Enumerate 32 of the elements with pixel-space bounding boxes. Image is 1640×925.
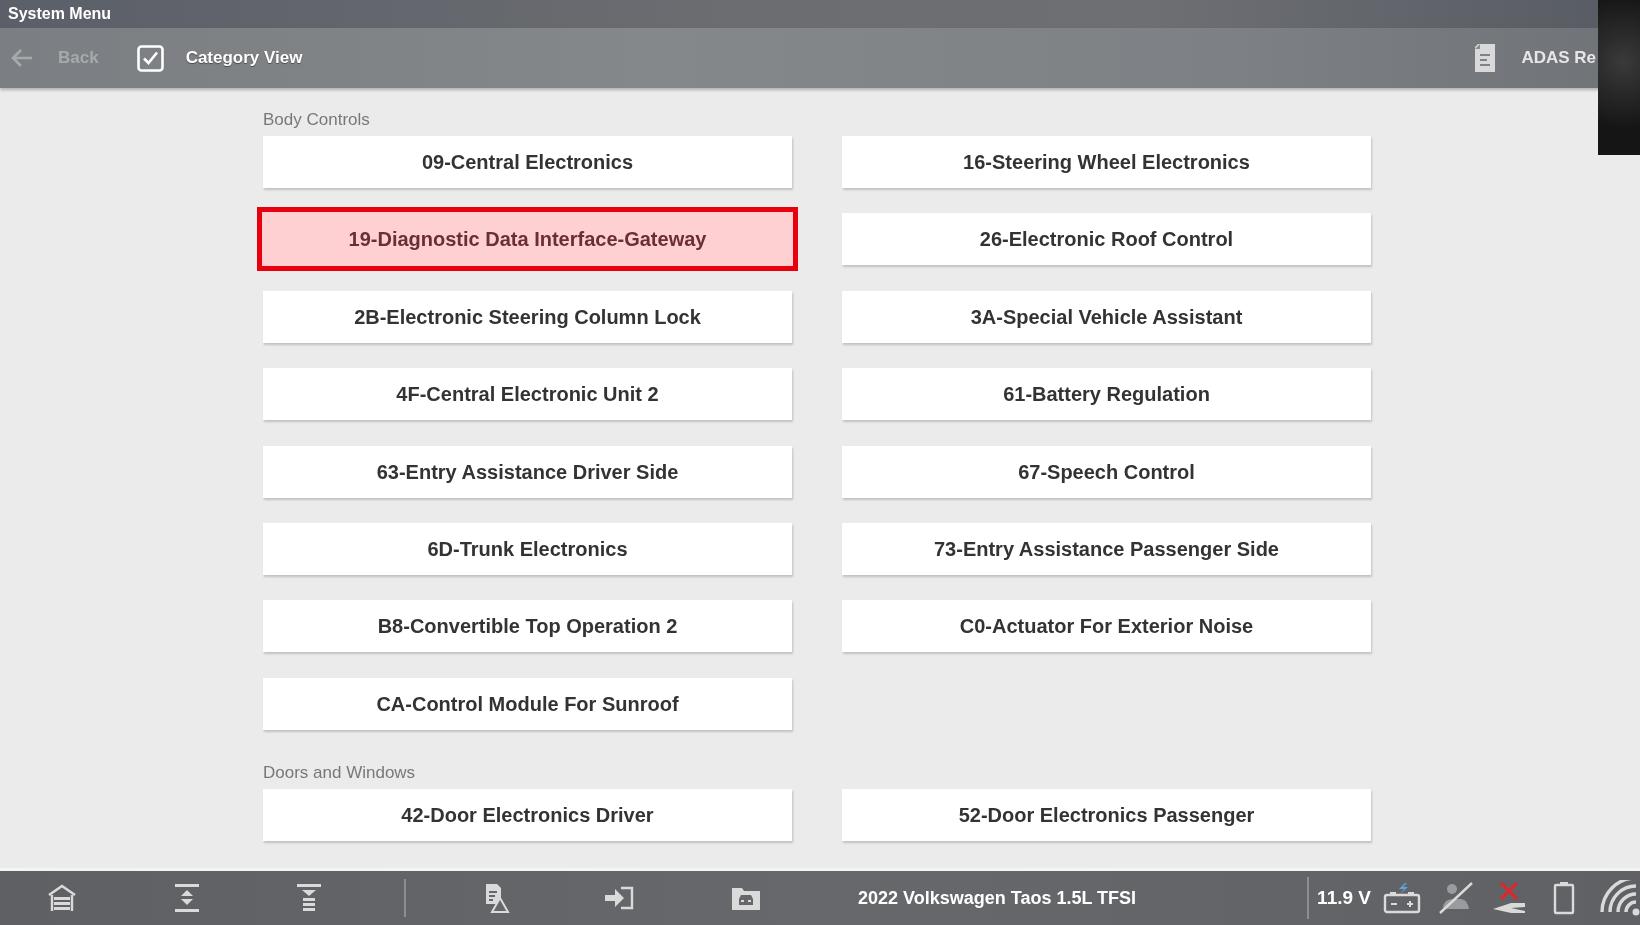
module-button[interactable]: 26-Electronic Roof Control: [842, 213, 1371, 266]
voltage-reading: 11.9 V: [1317, 885, 1371, 910]
garage-icon[interactable]: [46, 882, 78, 914]
vehicle-name: 2022 Volkswagen Taos 1.5L TFSI: [858, 886, 1137, 910]
module-button[interactable]: 61-Battery Regulation: [842, 368, 1371, 421]
car-battery-icon: [1383, 882, 1421, 914]
module-button[interactable]: 52-Door Electronics Passenger: [842, 788, 1371, 841]
wifi-icon: [1600, 880, 1640, 916]
module-button[interactable]: 2B-Electronic Steering Column Lock: [263, 290, 792, 343]
module-button[interactable]: 3A-Special Vehicle Assistant: [842, 290, 1371, 343]
arrow-left-icon: [10, 47, 34, 69]
module-button[interactable]: B8-Convertible Top Operation 2: [263, 600, 792, 653]
module-button[interactable]: 73-Entry Assistance Passenger Side: [842, 522, 1371, 575]
module-button[interactable]: 19-Diagnostic Data Interface-Gateway: [257, 207, 798, 272]
module-button[interactable]: CA-Control Module For Sunroof: [263, 677, 792, 730]
module-button[interactable]: 4F-Central Electronic Unit 2: [263, 368, 792, 421]
adas-report-button[interactable]: ADAS Re: [1473, 43, 1596, 73]
module-button[interactable]: 63-Entry Assistance Driver Side: [263, 445, 792, 498]
module-button[interactable]: 09-Central Electronics: [263, 136, 792, 188]
module-button[interactable]: C0-Actuator For Exterior Noise: [842, 600, 1371, 653]
document-icon: [1473, 43, 1498, 73]
person-slash-icon: [1437, 881, 1475, 915]
window-title: System Menu: [8, 4, 112, 24]
section-heading: Doors and Windows: [263, 762, 416, 783]
module-button[interactable]: 67-Speech Control: [842, 445, 1371, 498]
category-view-toggle[interactable]: Category View: [136, 44, 303, 72]
checkbox-icon[interactable]: [136, 44, 164, 72]
module-button[interactable]: 16-Steering Wheel Electronics: [842, 136, 1371, 188]
section-heading: Body Controls: [263, 110, 370, 130]
battery-icon: [1553, 881, 1575, 915]
module-button[interactable]: 6D-Trunk Electronics: [263, 522, 792, 575]
module-button[interactable]: 42-Door Electronics Driver: [263, 788, 792, 841]
